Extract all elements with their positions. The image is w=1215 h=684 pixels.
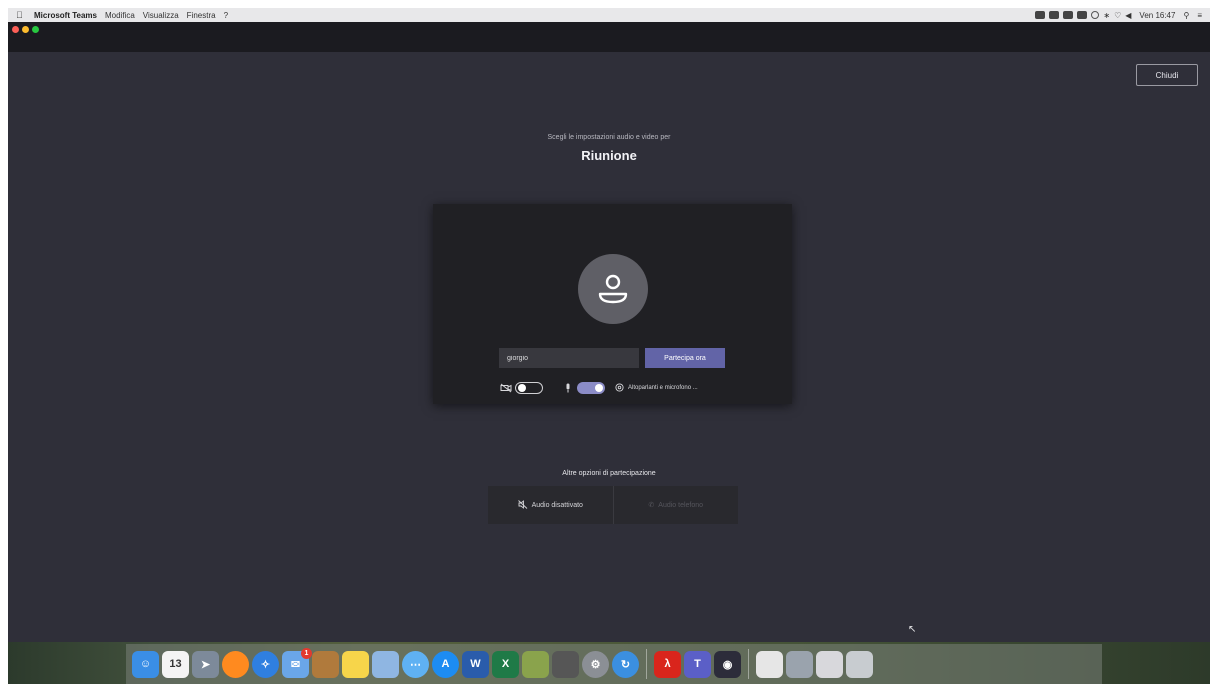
- spotlight-icon[interactable]: ⚲: [1183, 11, 1189, 20]
- volume-icon[interactable]: ◀: [1125, 11, 1131, 20]
- device-settings-button[interactable]: Altoparlanti e microfono ...: [615, 382, 698, 394]
- av-controls: Altoparlanti e microfono ...: [499, 380, 739, 396]
- downloads-icon[interactable]: [816, 650, 843, 678]
- acrobat-icon[interactable]: λ: [654, 650, 681, 678]
- close-button[interactable]: Chiudi: [1136, 64, 1198, 86]
- prejoin-subtitle: Scegli le impostazioni audio e video per: [547, 134, 671, 141]
- person-icon: [598, 274, 628, 304]
- cloud-icon[interactable]: [1049, 11, 1060, 19]
- phone-audio-option[interactable]: ✆ Audio telefono: [614, 486, 739, 524]
- time-machine-icon[interactable]: [1091, 11, 1100, 19]
- calculator-icon[interactable]: [552, 650, 579, 678]
- clock[interactable]: Ven 16:47: [1139, 11, 1175, 20]
- safari-icon[interactable]: ✧: [252, 650, 279, 678]
- mouse-cursor-icon: ↖: [908, 624, 917, 635]
- firefox-icon[interactable]: [222, 650, 249, 678]
- utility-icon[interactable]: [522, 650, 549, 678]
- speaker-off-icon: [517, 499, 528, 511]
- audio-off-label: Audio disattivato: [531, 501, 583, 509]
- menu-modifica[interactable]: Modifica: [105, 11, 135, 20]
- menu-finestra[interactable]: Finestra: [187, 11, 216, 20]
- launchpad-icon[interactable]: ➤: [192, 650, 219, 678]
- menu-help[interactable]: ?: [224, 11, 228, 20]
- microphone-icon: [561, 383, 575, 393]
- preview-icon[interactable]: [372, 650, 399, 678]
- desktop-screen:  Microsoft Teams Modifica Visualizza Fi…: [8, 8, 1210, 684]
- wifi-icon[interactable]: ♡: [1114, 11, 1121, 20]
- name-field[interactable]: [499, 348, 639, 368]
- teams-icon[interactable]: T: [684, 650, 711, 678]
- toggle-knob: [518, 384, 526, 392]
- excel-icon[interactable]: X: [492, 650, 519, 678]
- camera-off-icon: [499, 383, 513, 393]
- status-icons: ∗ ♡ ◀: [1035, 11, 1131, 20]
- obs-icon[interactable]: ◉: [714, 650, 741, 678]
- word-icon[interactable]: W: [462, 650, 489, 678]
- zoom-window-button[interactable]: [32, 26, 39, 33]
- menu-visualizza[interactable]: Visualizza: [143, 11, 179, 20]
- notification-badge: 1: [301, 647, 312, 659]
- messages-icon[interactable]: ⋯: [402, 650, 429, 678]
- meeting-prejoin-screen: Chiudi Scegli le impostazioni audio e vi…: [8, 52, 1210, 642]
- calendar-icon[interactable]: 13: [162, 650, 189, 678]
- camera-toggle[interactable]: [515, 382, 543, 394]
- notification-center-icon[interactable]: ≡: [1197, 11, 1202, 20]
- notes-icon[interactable]: [342, 650, 369, 678]
- phone-audio-label: Audio telefono: [658, 501, 704, 509]
- finder-icon[interactable]: ☺: [132, 650, 159, 678]
- drive-utility-icon[interactable]: [786, 650, 813, 678]
- phone-icon: ✆: [648, 502, 655, 509]
- contacts-icon[interactable]: [312, 650, 339, 678]
- other-join-options-title: Altre opzioni di partecipazione: [562, 470, 656, 477]
- upload-icon[interactable]: [1077, 11, 1088, 19]
- avatar: [578, 254, 648, 324]
- other-join-options: Audio disattivato ✆ Audio telefono: [488, 486, 738, 524]
- microphone-toggle[interactable]: [577, 382, 605, 394]
- app-status-icon[interactable]: [1035, 11, 1046, 19]
- meeting-title: Riunione: [581, 148, 637, 163]
- bluetooth-icon[interactable]: ∗: [1103, 11, 1110, 20]
- document-icon[interactable]: [756, 650, 783, 678]
- close-window-button[interactable]: [12, 26, 19, 33]
- app-menu-name[interactable]: Microsoft Teams: [34, 11, 97, 20]
- dock-separator: [646, 649, 647, 679]
- apple-menu-icon[interactable]: : [16, 10, 28, 20]
- trash-icon[interactable]: [846, 650, 873, 678]
- gear-icon: [615, 382, 624, 394]
- join-now-button[interactable]: Partecipa ora: [645, 348, 725, 368]
- app-store-icon[interactable]: A: [432, 650, 459, 678]
- video-preview-card: Partecipa ora Altoparlanti e microfono .…: [433, 204, 792, 404]
- audio-off-option[interactable]: Audio disattivato: [488, 486, 614, 524]
- minimize-window-button[interactable]: [22, 26, 29, 33]
- dock: ☺ 13 ➤ ✧ ✉ 1 ⋯ A W X ⚙ ↻ λ T ◉: [126, 644, 1102, 684]
- toggle-knob: [595, 384, 603, 392]
- menubar:  Microsoft Teams Modifica Visualizza Fi…: [8, 8, 1210, 22]
- system-preferences-icon[interactable]: ⚙: [582, 650, 609, 678]
- menubar-status-area: ∗ ♡ ◀ Ven 16:47 ⚲ ≡: [1035, 11, 1210, 20]
- dock-separator: [748, 649, 749, 679]
- device-settings-label: Altoparlanti e microfono ...: [628, 385, 698, 391]
- sync-icon[interactable]: ↻: [612, 650, 639, 678]
- mail-icon[interactable]: ✉ 1: [282, 647, 312, 678]
- window-titlebar: [8, 22, 1210, 52]
- cloud-icon[interactable]: [1063, 11, 1074, 19]
